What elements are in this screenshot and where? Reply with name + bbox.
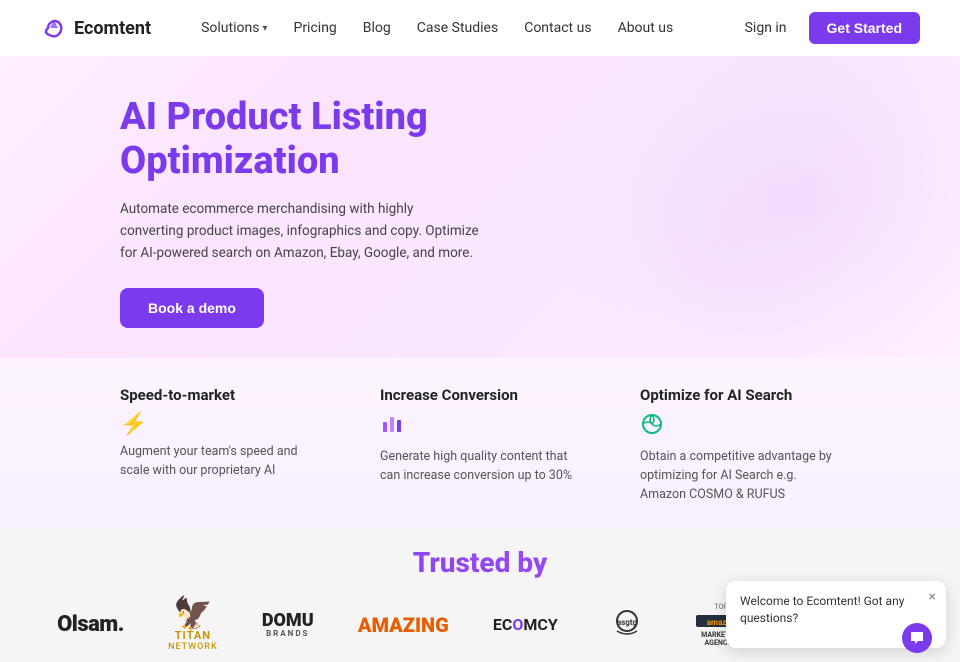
- titan-wings-icon: 🦅: [173, 597, 213, 629]
- feature-speed: Speed-to-market ⚡ Augment your team's sp…: [120, 386, 320, 504]
- chevron-down-icon: ▾: [262, 23, 267, 34]
- logo-olsam: Olsam.: [57, 612, 124, 637]
- hero-section: AI Product Listing Optimization Automate…: [0, 56, 960, 358]
- book-demo-button[interactable]: Book a demo: [120, 288, 264, 328]
- chat-icon: [909, 630, 925, 646]
- logo[interactable]: Ecomtent: [40, 14, 151, 42]
- feature-ai-search-desc: Obtain a competitive advantage by optimi…: [640, 448, 840, 504]
- nav-pricing[interactable]: Pricing: [283, 14, 346, 42]
- feature-conversion: Increase Conversion Generate high qualit…: [380, 386, 580, 504]
- get-started-button[interactable]: Get Started: [809, 12, 920, 44]
- features-section: Speed-to-market ⚡ Augment your team's sp…: [0, 358, 960, 528]
- chat-widget: × Welcome to Ecomtent! Got any questions…: [726, 581, 946, 649]
- feature-ai-search-title: Optimize for AI Search: [640, 386, 792, 404]
- feature-conversion-title: Increase Conversion: [380, 386, 518, 404]
- hero-subtitle: Automate ecommerce merchandising with hi…: [120, 199, 480, 264]
- svg-text:asgtg: asgtg: [617, 618, 638, 627]
- nav-case-studies[interactable]: Case Studies: [407, 14, 508, 42]
- logo-domu: DOMU BRANDS: [262, 611, 314, 640]
- trusted-title: Trusted by: [40, 546, 920, 579]
- chat-message: Welcome to Ecomtent! Got any questions?: [740, 593, 932, 627]
- signin-button[interactable]: Sign in: [735, 14, 797, 42]
- logo-titan: 🦅 TITAN NETWORK: [168, 597, 218, 652]
- close-icon[interactable]: ×: [929, 589, 936, 605]
- feature-speed-title: Speed-to-market: [120, 386, 235, 404]
- logo-ecomcy: ECOMCY: [493, 615, 558, 634]
- feature-speed-desc: Augment your team's speed and scale with…: [120, 443, 320, 481]
- logo-asgtg: asgtg: [602, 607, 652, 643]
- nav-blog[interactable]: Blog: [353, 14, 401, 42]
- nav-about[interactable]: About us: [608, 14, 684, 42]
- nav-auth: Sign in Get Started: [735, 12, 920, 44]
- chart-icon: [380, 412, 404, 442]
- nav-contact[interactable]: Contact us: [514, 14, 601, 42]
- nav-links: Solutions ▾ Pricing Blog Case Studies Co…: [191, 14, 735, 42]
- logo-amazing: AMAZING: [358, 613, 449, 637]
- nav-solutions[interactable]: Solutions ▾: [191, 14, 277, 42]
- logo-icon: [40, 14, 68, 42]
- globe-icon: [640, 412, 664, 442]
- asgtg-logo-icon: asgtg: [602, 607, 652, 643]
- hero-title: AI Product Listing Optimization: [120, 96, 520, 183]
- logo-text: Ecomtent: [74, 18, 151, 39]
- feature-conversion-desc: Generate high quality content that can i…: [380, 448, 580, 486]
- lightning-icon: ⚡: [120, 412, 147, 437]
- feature-ai-search: Optimize for AI Search Obtain a competit…: [640, 386, 840, 504]
- navigation: Ecomtent Solutions ▾ Pricing Blog Case S…: [0, 0, 960, 56]
